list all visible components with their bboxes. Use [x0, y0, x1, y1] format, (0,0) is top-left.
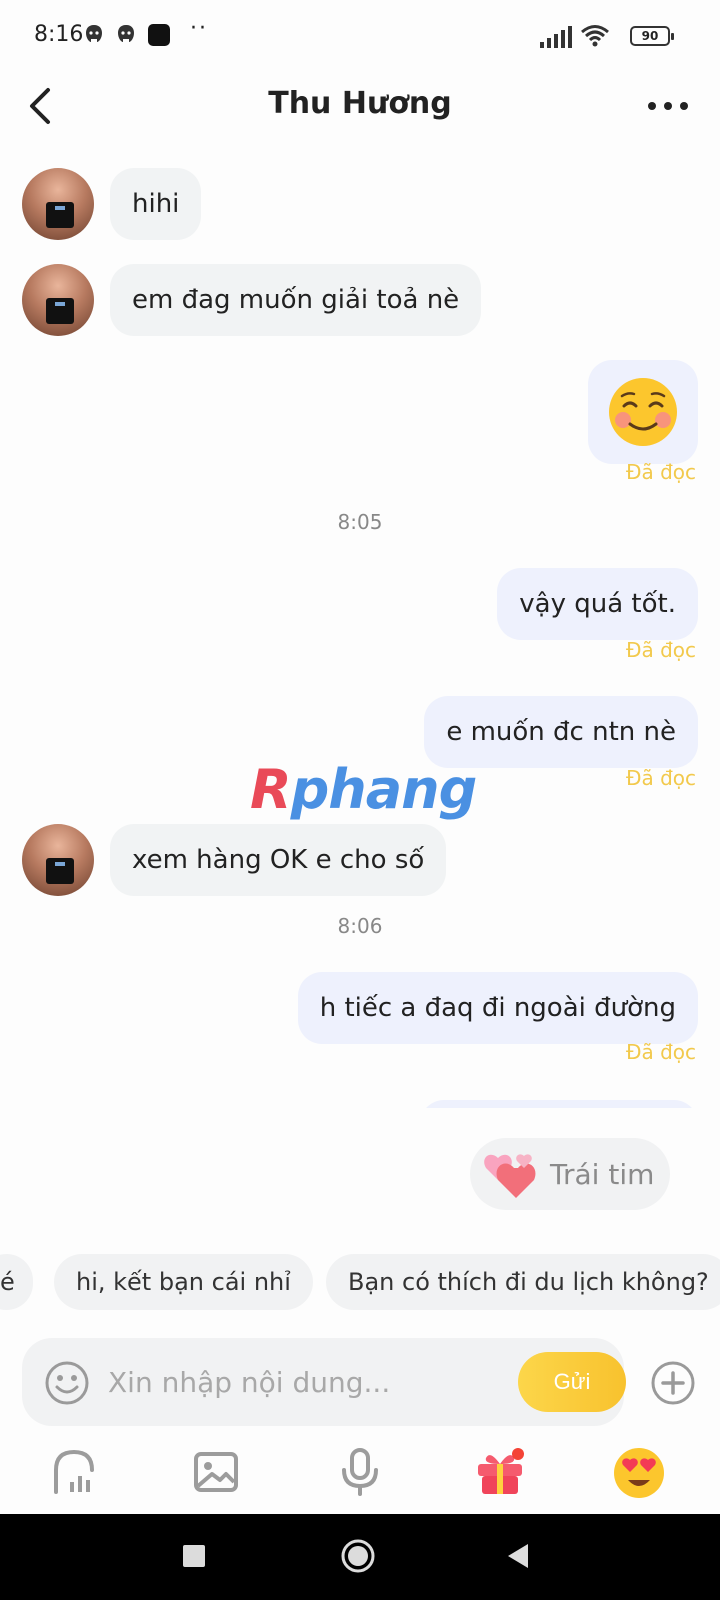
smiling-blush-emoji-icon — [609, 378, 677, 446]
status-bar: 8:16 ·· 90 — [0, 0, 720, 72]
outgoing-message-partial[interactable] — [420, 1100, 698, 1108]
avatar[interactable] — [22, 168, 94, 240]
more-options-button[interactable] — [640, 86, 700, 126]
heart-reaction-button[interactable]: Trái tim — [470, 1138, 670, 1210]
message-composer: Gửi — [22, 1338, 626, 1426]
watermark-rest: phang — [290, 758, 478, 821]
read-receipt: Đã đọc — [625, 1040, 696, 1064]
timestamp: 8:06 — [337, 914, 383, 938]
back-nav-button[interactable] — [506, 1542, 530, 1570]
read-receipt: Đã đọc — [625, 460, 696, 484]
message-input[interactable] — [108, 1358, 488, 1406]
heart-eyes-emoji-icon[interactable] — [612, 1446, 666, 1500]
outgoing-message[interactable]: vậy quá tốt. — [497, 568, 698, 640]
add-plus-icon[interactable] — [650, 1360, 696, 1406]
quick-reply-chip[interactable]: é — [0, 1254, 33, 1310]
quick-reply-chip[interactable]: hi, kết bạn cái nhỉ — [54, 1254, 313, 1310]
avatar[interactable] — [22, 264, 94, 336]
hearts-icon — [484, 1154, 536, 1198]
more-dots-icon — [648, 102, 688, 110]
more-notifications-indicator: ·· — [190, 16, 208, 41]
watermark-first: R — [250, 758, 292, 821]
read-receipt: Đã đọc — [625, 766, 696, 790]
chat-messages[interactable]: hihi em đag muốn giải toả nè Đã đọc 8:05… — [0, 150, 720, 1108]
timestamp: 8:05 — [337, 510, 383, 534]
page-title: Thu Hương — [268, 86, 452, 121]
outgoing-message[interactable]: h tiếc a đaq đi ngoài đường — [297, 972, 698, 1044]
microphone-icon[interactable] — [334, 1446, 386, 1498]
emoji-picker-icon[interactable] — [44, 1360, 90, 1406]
avatar[interactable] — [22, 824, 94, 896]
incoming-message[interactable]: xem hàng OK e cho số — [110, 824, 447, 896]
send-button[interactable]: Gửi — [518, 1352, 626, 1412]
read-receipt: Đã đọc — [625, 638, 696, 662]
heart-chip-label: Trái tim — [550, 1158, 655, 1191]
app-notification-icon — [118, 25, 134, 42]
status-time: 8:16 — [34, 22, 84, 47]
wifi-icon — [581, 25, 609, 47]
gift-icon[interactable] — [474, 1446, 526, 1498]
watermark-logo: Rphang — [250, 758, 478, 821]
app-square-icon — [148, 24, 170, 46]
outgoing-emoji-message[interactable] — [588, 360, 698, 464]
activity-chart-icon[interactable] — [48, 1446, 100, 1498]
image-gallery-icon[interactable] — [190, 1446, 242, 1498]
signal-icon — [540, 26, 572, 48]
home-button[interactable] — [340, 1538, 376, 1574]
app-notification-icon — [86, 25, 102, 42]
quick-reply-chip[interactable]: Bạn có thích đi du lịch không? — [326, 1254, 720, 1310]
system-navigation-bar — [0, 1514, 720, 1600]
incoming-message[interactable]: em đag muốn giải toả nè — [110, 264, 482, 336]
chat-header: Thu Hương — [0, 72, 720, 142]
recents-button[interactable] — [182, 1544, 206, 1568]
incoming-message[interactable]: hihi — [110, 168, 202, 240]
battery-indicator: 90 — [630, 26, 674, 46]
